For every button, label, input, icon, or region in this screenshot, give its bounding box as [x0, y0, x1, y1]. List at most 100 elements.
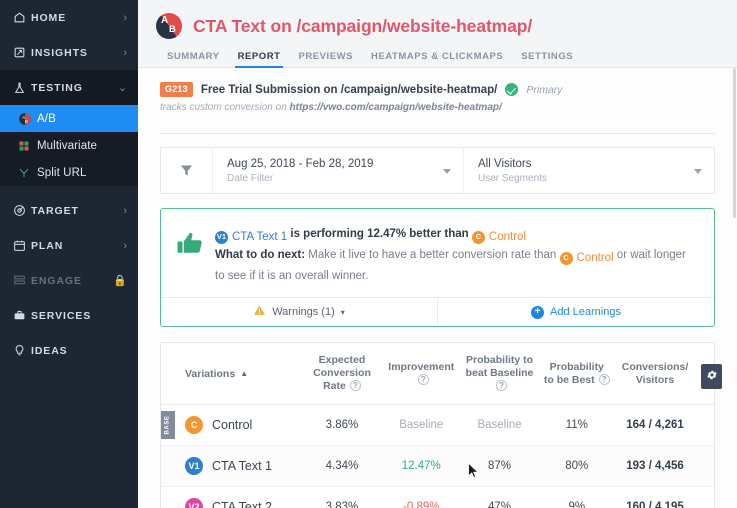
variation-name: CTA Text 1 — [212, 459, 272, 473]
chevron-down-icon: ⌄ — [117, 82, 128, 94]
insight-next-text-a: Make it live to have a better conversion… — [308, 249, 557, 261]
table-row[interactable]: V2 CTA Text 2 3.83% -0.89% 47% 9% 160 / … — [161, 486, 714, 508]
cell-improvement: Baseline — [382, 404, 460, 446]
sidebar-item-services[interactable]: SERVICES — [0, 298, 138, 333]
variation-name: Control — [212, 418, 253, 432]
goal-summary: G213 Free Trial Submission on /campaign/… — [138, 68, 737, 122]
sidebar-item-ideas[interactable]: IDEAS — [0, 333, 138, 368]
title-row: A B CTA Text on /campaign/website-heatma… — [138, 9, 737, 43]
plus-circle-icon: + — [531, 305, 545, 319]
sidebar-item-split-url[interactable]: Split URL — [0, 159, 138, 186]
briefcase-icon — [13, 309, 31, 322]
col-improvement[interactable]: Improvement? — [382, 343, 460, 405]
multivariate-icon — [18, 140, 37, 152]
variation-badge-control: C — [185, 416, 203, 434]
cell-conversion-rate: 4.34% — [301, 445, 383, 487]
insight-winner-name: CTA Text 1 — [232, 231, 288, 243]
table-head: Variations ▲ Expected Conversion Rate? Im… — [161, 343, 714, 405]
report-scroll-area[interactable]: G213 Free Trial Submission on /campaign/… — [138, 68, 737, 508]
goal-header-row: G213 Free Trial Submission on /campaign/… — [160, 82, 715, 97]
warnings-label: Warnings (1) — [272, 306, 335, 318]
sidebar-item-multivariate[interactable]: Multivariate — [0, 132, 138, 159]
home-icon — [13, 11, 31, 24]
goal-subtext-url: https://vwo.com/campaign/website-heatmap… — [289, 102, 502, 113]
col-variations[interactable]: Variations ▲ — [161, 343, 301, 405]
engage-icon — [13, 274, 31, 287]
segment-filter-caption: User Segments — [478, 172, 547, 184]
table-body: BASE C Control 3.86% Baseline Baseline 1… — [161, 404, 714, 508]
goal-subtext-prefix: tracks custom conversion on — [160, 102, 290, 113]
divider — [160, 133, 715, 134]
variation-identity: V1 CTA Text 1 — [161, 457, 297, 475]
sidebar-item-plan-label: PLAN — [31, 239, 64, 252]
date-filter-caption: Date Filter — [227, 172, 274, 184]
variations-table: Variations ▲ Expected Conversion Rate? Im… — [161, 343, 714, 508]
insight-winner-pill: V1 CTA Text 1 — [215, 228, 287, 246]
tab-bar: SUMMARY REPORT PREVIEWS HEATMAPS & CLICK… — [138, 43, 737, 68]
add-learnings-button[interactable]: + Add Learnings — [437, 298, 714, 326]
col-improvement-label: Improvement — [388, 360, 455, 373]
help-icon[interactable]: ? — [417, 373, 429, 385]
sidebar-item-plan[interactable]: PLAN › — [0, 228, 138, 263]
help-icon[interactable]: ? — [598, 373, 610, 385]
warning-triangle-icon — [253, 304, 266, 320]
sidebar-item-home[interactable]: HOME › — [0, 0, 138, 35]
segment-filter-value: All Visitors — [478, 157, 532, 170]
vertical-scrollbar[interactable] — [732, 68, 737, 508]
insight-body: V1 CTA Text 1 is performing 12.47% better… — [161, 209, 714, 297]
sidebar-item-target[interactable]: TARGET › — [0, 193, 138, 228]
help-icon[interactable]: ? — [349, 380, 361, 391]
tab-summary[interactable]: SUMMARY — [158, 51, 229, 68]
warnings-button[interactable]: Warnings (1) ▾ — [161, 298, 437, 326]
variation-identity: V2 CTA Text 2 — [161, 498, 297, 508]
flask-icon — [13, 81, 31, 95]
col-probability-beat-baseline[interactable]: Probability to beat Baseline? — [459, 343, 540, 405]
col-conversions-visitors-label: Conversions/ Visitors — [621, 360, 689, 386]
sidebar-item-multivariate-label: Multivariate — [37, 139, 97, 152]
col-probability-to-be-best-label: Probability to be Best — [543, 360, 604, 386]
sort-asc-icon: ▲ — [240, 368, 249, 378]
row-variation-cell: V2 CTA Text 2 — [161, 486, 301, 508]
sidebar-item-services-label: SERVICES — [31, 309, 92, 322]
col-probability-to-be-best[interactable]: Probability to be Best? — [539, 343, 615, 405]
table-row[interactable]: V1 CTA Text 1 4.34% 12.47% 87% 80% 193 /… — [161, 445, 714, 487]
filter-funnel-icon[interactable] — [161, 148, 213, 193]
sidebar-item-engage[interactable]: ENGAGE 🔒 — [0, 263, 138, 298]
col-expected-conversion-rate-label: Expected Conversion Rate — [313, 354, 371, 392]
goal-name: Free Trial Submission on /campaign/websi… — [200, 83, 498, 96]
tab-heatmaps-clickmaps[interactable]: HEATMAPS & CLICKMAPS — [362, 51, 512, 68]
col-expected-conversion-rate[interactable]: Expected Conversion Rate? — [301, 343, 383, 405]
table-settings-button[interactable] — [701, 364, 722, 389]
table-row[interactable]: BASE C Control 3.86% Baseline Baseline 1… — [161, 404, 714, 446]
sidebar-item-insights[interactable]: INSIGHTS › — [0, 35, 138, 70]
col-conversions-visitors[interactable]: Conversions/ Visitors — [614, 343, 714, 405]
avatar-letter-b: B — [169, 24, 176, 35]
cell-conversions-visitors: 164 / 4,261 — [614, 404, 714, 446]
tab-report[interactable]: REPORT — [229, 51, 290, 68]
scrollbar-thumb[interactable] — [733, 68, 736, 218]
insight-headline: V1 CTA Text 1 is performing 12.47% better… — [215, 225, 698, 246]
sidebar-item-split-url-label: Split URL — [37, 166, 87, 179]
cell-prob-to-be-best: 80% — [539, 445, 615, 487]
main-content: A B CTA Text on /campaign/website-heatma… — [138, 0, 737, 508]
sidebar-item-ab[interactable]: AB A/B — [0, 105, 138, 132]
add-learnings-label: Add Learnings — [550, 306, 621, 318]
insight-control-name-2: Control — [576, 252, 614, 264]
insight-next-label: What to do next: — [215, 249, 306, 261]
page-header: A B CTA Text on /campaign/website-heatma… — [138, 0, 737, 68]
chevron-down-icon — [694, 168, 702, 174]
chevron-right-icon: › — [123, 11, 128, 24]
help-icon[interactable]: ? — [496, 380, 508, 391]
cell-prob-beat-baseline: Baseline — [459, 404, 540, 446]
app-root: HOME › INSIGHTS › TESTING ⌄ AB A/B Multi… — [0, 0, 737, 508]
date-filter-select[interactable]: Aug 25, 2018 - Feb 28, 2019 Date Filter — [213, 148, 463, 193]
insight-next-steps: What to do next: Make it live to have a … — [215, 246, 698, 285]
sidebar-item-testing[interactable]: TESTING ⌄ — [0, 70, 138, 105]
tab-settings[interactable]: SETTINGS — [512, 51, 582, 68]
tab-previews[interactable]: PREVIEWS — [289, 51, 362, 68]
variation-badge-v2: V2 — [185, 498, 203, 508]
sidebar-item-target-label: TARGET — [31, 204, 79, 217]
segment-filter-select[interactable]: All Visitors User Segments — [463, 148, 714, 193]
insight-footer: Warnings (1) ▾ + Add Learnings — [161, 297, 714, 326]
cell-prob-to-be-best: 11% — [539, 404, 615, 446]
